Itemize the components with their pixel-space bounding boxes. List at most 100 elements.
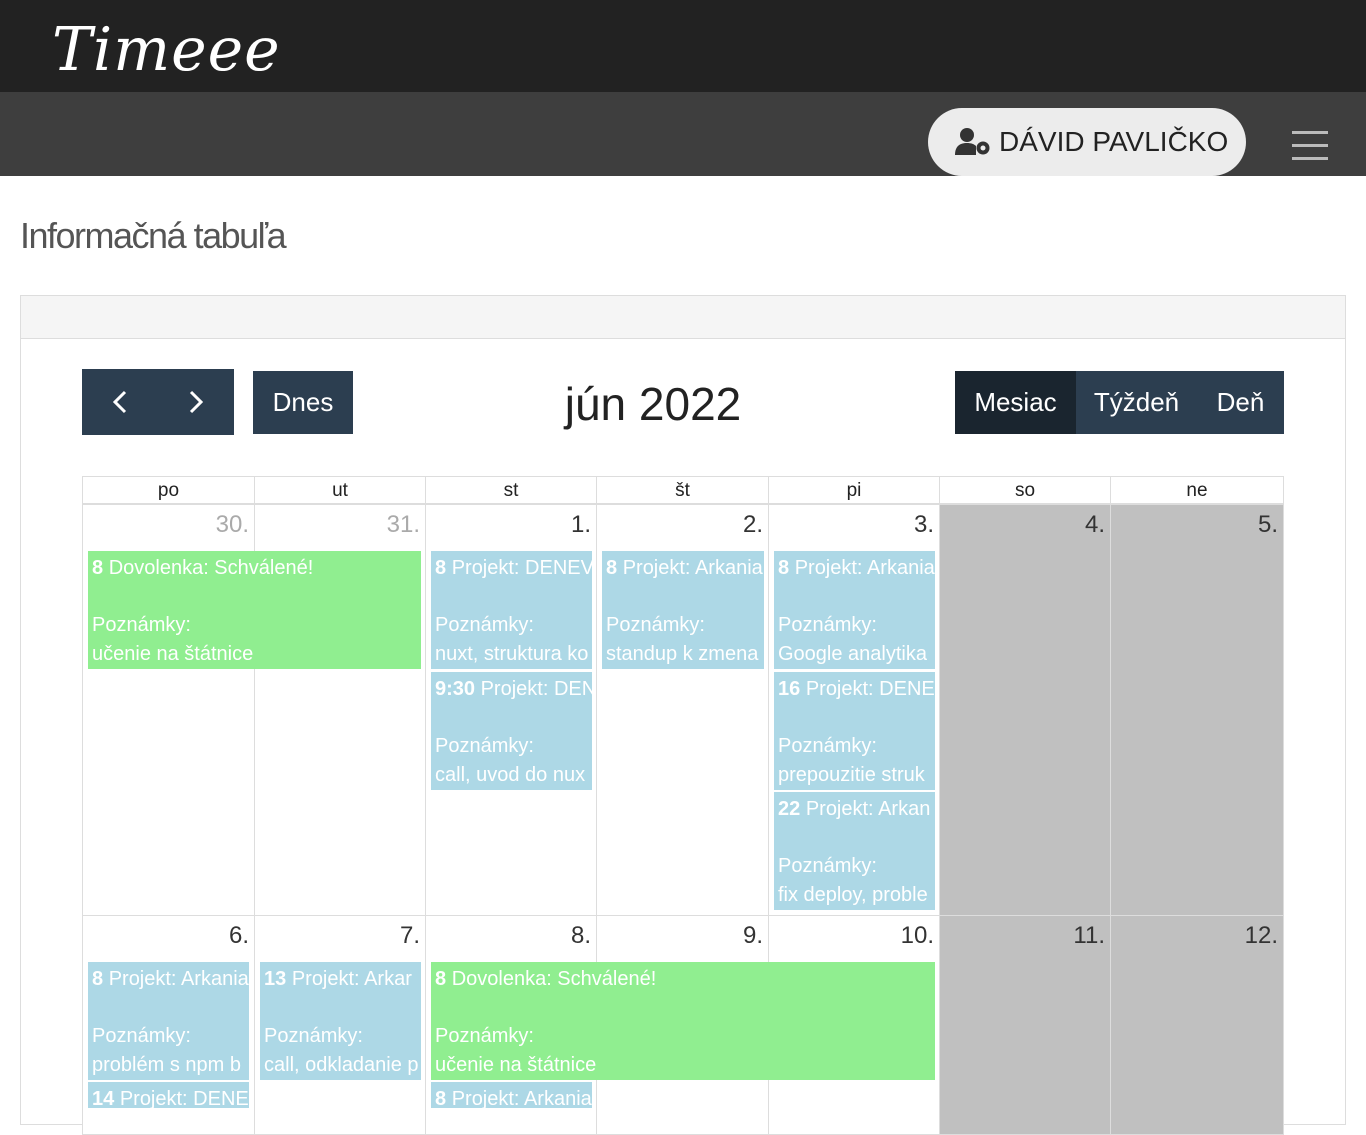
event-title: Projekt: Arkania	[622, 557, 763, 579]
day-cell-weekend[interactable]: 11.	[939, 915, 1111, 1135]
event-notes-label: Poznámky:	[264, 1025, 363, 1047]
day-cell-weekend[interactable]: 5.	[1110, 504, 1284, 916]
day-number: 6.	[228, 922, 249, 949]
calendar-event[interactable]: 8 Projekt: Arkania Poznámky: standup k z…	[602, 551, 764, 669]
view-day-button[interactable]: Deň	[1197, 371, 1284, 434]
day-number: 30.	[215, 511, 249, 538]
event-time: 8	[435, 968, 447, 990]
today-button[interactable]: Dnes	[253, 371, 353, 434]
event-title: Dovolenka: Schválené!	[451, 968, 657, 990]
event-heading: 8 Projekt: Arkania	[606, 554, 763, 583]
event-notes: problém s npm b	[92, 1053, 241, 1076]
event-title: Projekt: Arkania	[451, 1088, 592, 1108]
event-title: Projekt: DEN	[480, 678, 592, 700]
event-notes-label: Poznámky:	[92, 1025, 191, 1047]
event-notes-label: Poznámky:	[778, 614, 877, 636]
event-heading: 16 Projekt: DENE	[778, 675, 935, 704]
calendar-event[interactable]: 8 Dovolenka: Schválené! Poznámky: učenie…	[431, 962, 935, 1080]
event-time: 16	[778, 678, 801, 700]
event-heading: 8 Projekt: Arkania	[778, 554, 935, 583]
weekday-header: pi	[768, 476, 940, 504]
day-cell-weekend[interactable]: 12.	[1110, 915, 1284, 1135]
event-notes-label: Poznámky:	[435, 735, 534, 757]
card-header	[21, 296, 1345, 339]
calendar-event[interactable]: 8 Projekt: Arkania Poznámky: problém s n…	[88, 962, 249, 1080]
event-time: 8	[778, 557, 790, 579]
event-notes: fix deploy, proble	[778, 883, 928, 906]
view-week-button[interactable]: Týždeň	[1076, 371, 1197, 434]
day-number: 31.	[386, 511, 420, 538]
event-time: 8	[606, 557, 618, 579]
page-title: Informačná tabuľa	[20, 215, 287, 256]
weekday-header: št	[596, 476, 769, 504]
day-number: 4.	[1084, 511, 1105, 538]
event-time: 14	[92, 1088, 115, 1108]
day-number: 2.	[742, 511, 763, 538]
weekday-header: so	[939, 476, 1111, 504]
event-notes: call, uvod do nux	[435, 763, 586, 786]
weekday-header: po	[82, 476, 255, 504]
day-number: 12.	[1244, 922, 1278, 949]
event-notes-label: Poznámky:	[92, 614, 191, 636]
event-notes: standup k zmena	[606, 642, 759, 665]
event-title: Projekt: DENEV	[451, 557, 592, 579]
event-notes-label: Poznámky:	[606, 614, 705, 636]
weekday-header: ne	[1110, 476, 1284, 504]
day-number: 3.	[913, 511, 934, 538]
event-time: 8	[92, 557, 104, 579]
calendar-event[interactable]: 22 Projekt: Arkan Poznámky: fix deploy, …	[774, 792, 935, 910]
event-notes-label: Poznámky:	[435, 614, 534, 636]
event-title: Projekt: DENE	[805, 678, 935, 700]
user-name: DÁVID PAVLIČKO	[999, 126, 1229, 157]
calendar-event[interactable]: 9:30 Projekt: DEN Poznámky: call, uvod d…	[431, 672, 592, 790]
calendar-event[interactable]: 8 Projekt: Arkania Poznámky: Google anal…	[774, 551, 935, 669]
event-title: Projekt: Arkania	[108, 968, 249, 990]
event-time: 8	[435, 1088, 447, 1108]
day-cell-weekend[interactable]: 4.	[939, 504, 1111, 916]
event-notes-label: Poznámky:	[778, 735, 877, 757]
calendar-event[interactable]: 8 Dovolenka: Schválené! Poznámky: učenie…	[88, 551, 421, 669]
day-number: 1.	[570, 511, 591, 538]
user-gear-icon	[955, 128, 990, 155]
event-notes: call, odkladanie p	[264, 1053, 419, 1076]
chevron-left-icon	[113, 390, 127, 414]
user-menu-button[interactable]: DÁVID PAVLIČKO	[928, 108, 1246, 176]
event-title: Projekt: Arkar	[291, 968, 412, 990]
app-logo[interactable]: Timeee	[52, 14, 281, 86]
calendar-event[interactable]: 8 Projekt: DENEV Poznámky: nuxt, struktu…	[431, 551, 592, 669]
event-heading: 8 Dovolenka: Schválené!	[92, 554, 417, 583]
day-number: 5.	[1257, 511, 1278, 538]
event-time: 13	[264, 968, 287, 990]
event-time: 9:30	[435, 678, 476, 700]
calendar-event[interactable]: 13 Projekt: Arkar Poznámky: call, odklad…	[260, 962, 421, 1080]
calendar-title: jún 2022	[564, 378, 742, 430]
event-notes: prepouzitie struk	[778, 763, 925, 786]
menu-line	[1292, 157, 1328, 160]
event-heading: 14 Projekt: DENE	[92, 1085, 249, 1108]
event-notes: učenie na štátnice	[435, 1053, 597, 1076]
event-heading: 13 Projekt: Arkar	[264, 965, 417, 994]
event-notes-label: Poznámky:	[778, 855, 877, 877]
event-heading: 8 Dovolenka: Schválené!	[435, 965, 931, 994]
calendar-event[interactable]: 14 Projekt: DENE	[88, 1082, 249, 1108]
calendar-event[interactable]: 8 Projekt: Arkania	[431, 1082, 592, 1108]
weekday-header: ut	[254, 476, 426, 504]
event-title: Projekt: DENE	[119, 1088, 249, 1108]
calendar-event[interactable]: 16 Projekt: DENE Poznámky: prepouzitie s…	[774, 672, 935, 790]
menu-line	[1292, 144, 1328, 147]
hamburger-menu-icon[interactable]	[1292, 131, 1328, 161]
weekday-header: st	[425, 476, 597, 504]
event-heading: 8 Projekt: DENEV	[435, 554, 592, 583]
view-month-button[interactable]: Mesiac	[955, 371, 1076, 434]
next-month-button[interactable]	[158, 369, 234, 435]
event-time: 22	[778, 798, 801, 820]
event-title: Projekt: Arkan	[805, 798, 931, 820]
event-heading: 8 Projekt: Arkania	[435, 1085, 592, 1108]
event-notes: Google analytika	[778, 642, 927, 665]
event-notes: nuxt, struktura ko	[435, 642, 589, 665]
event-title: Dovolenka: Schválené!	[108, 557, 314, 579]
day-number: 8.	[570, 922, 591, 949]
prev-month-button[interactable]	[82, 369, 158, 435]
day-number: 11.	[1073, 922, 1105, 949]
event-title: Projekt: Arkania	[794, 557, 935, 579]
